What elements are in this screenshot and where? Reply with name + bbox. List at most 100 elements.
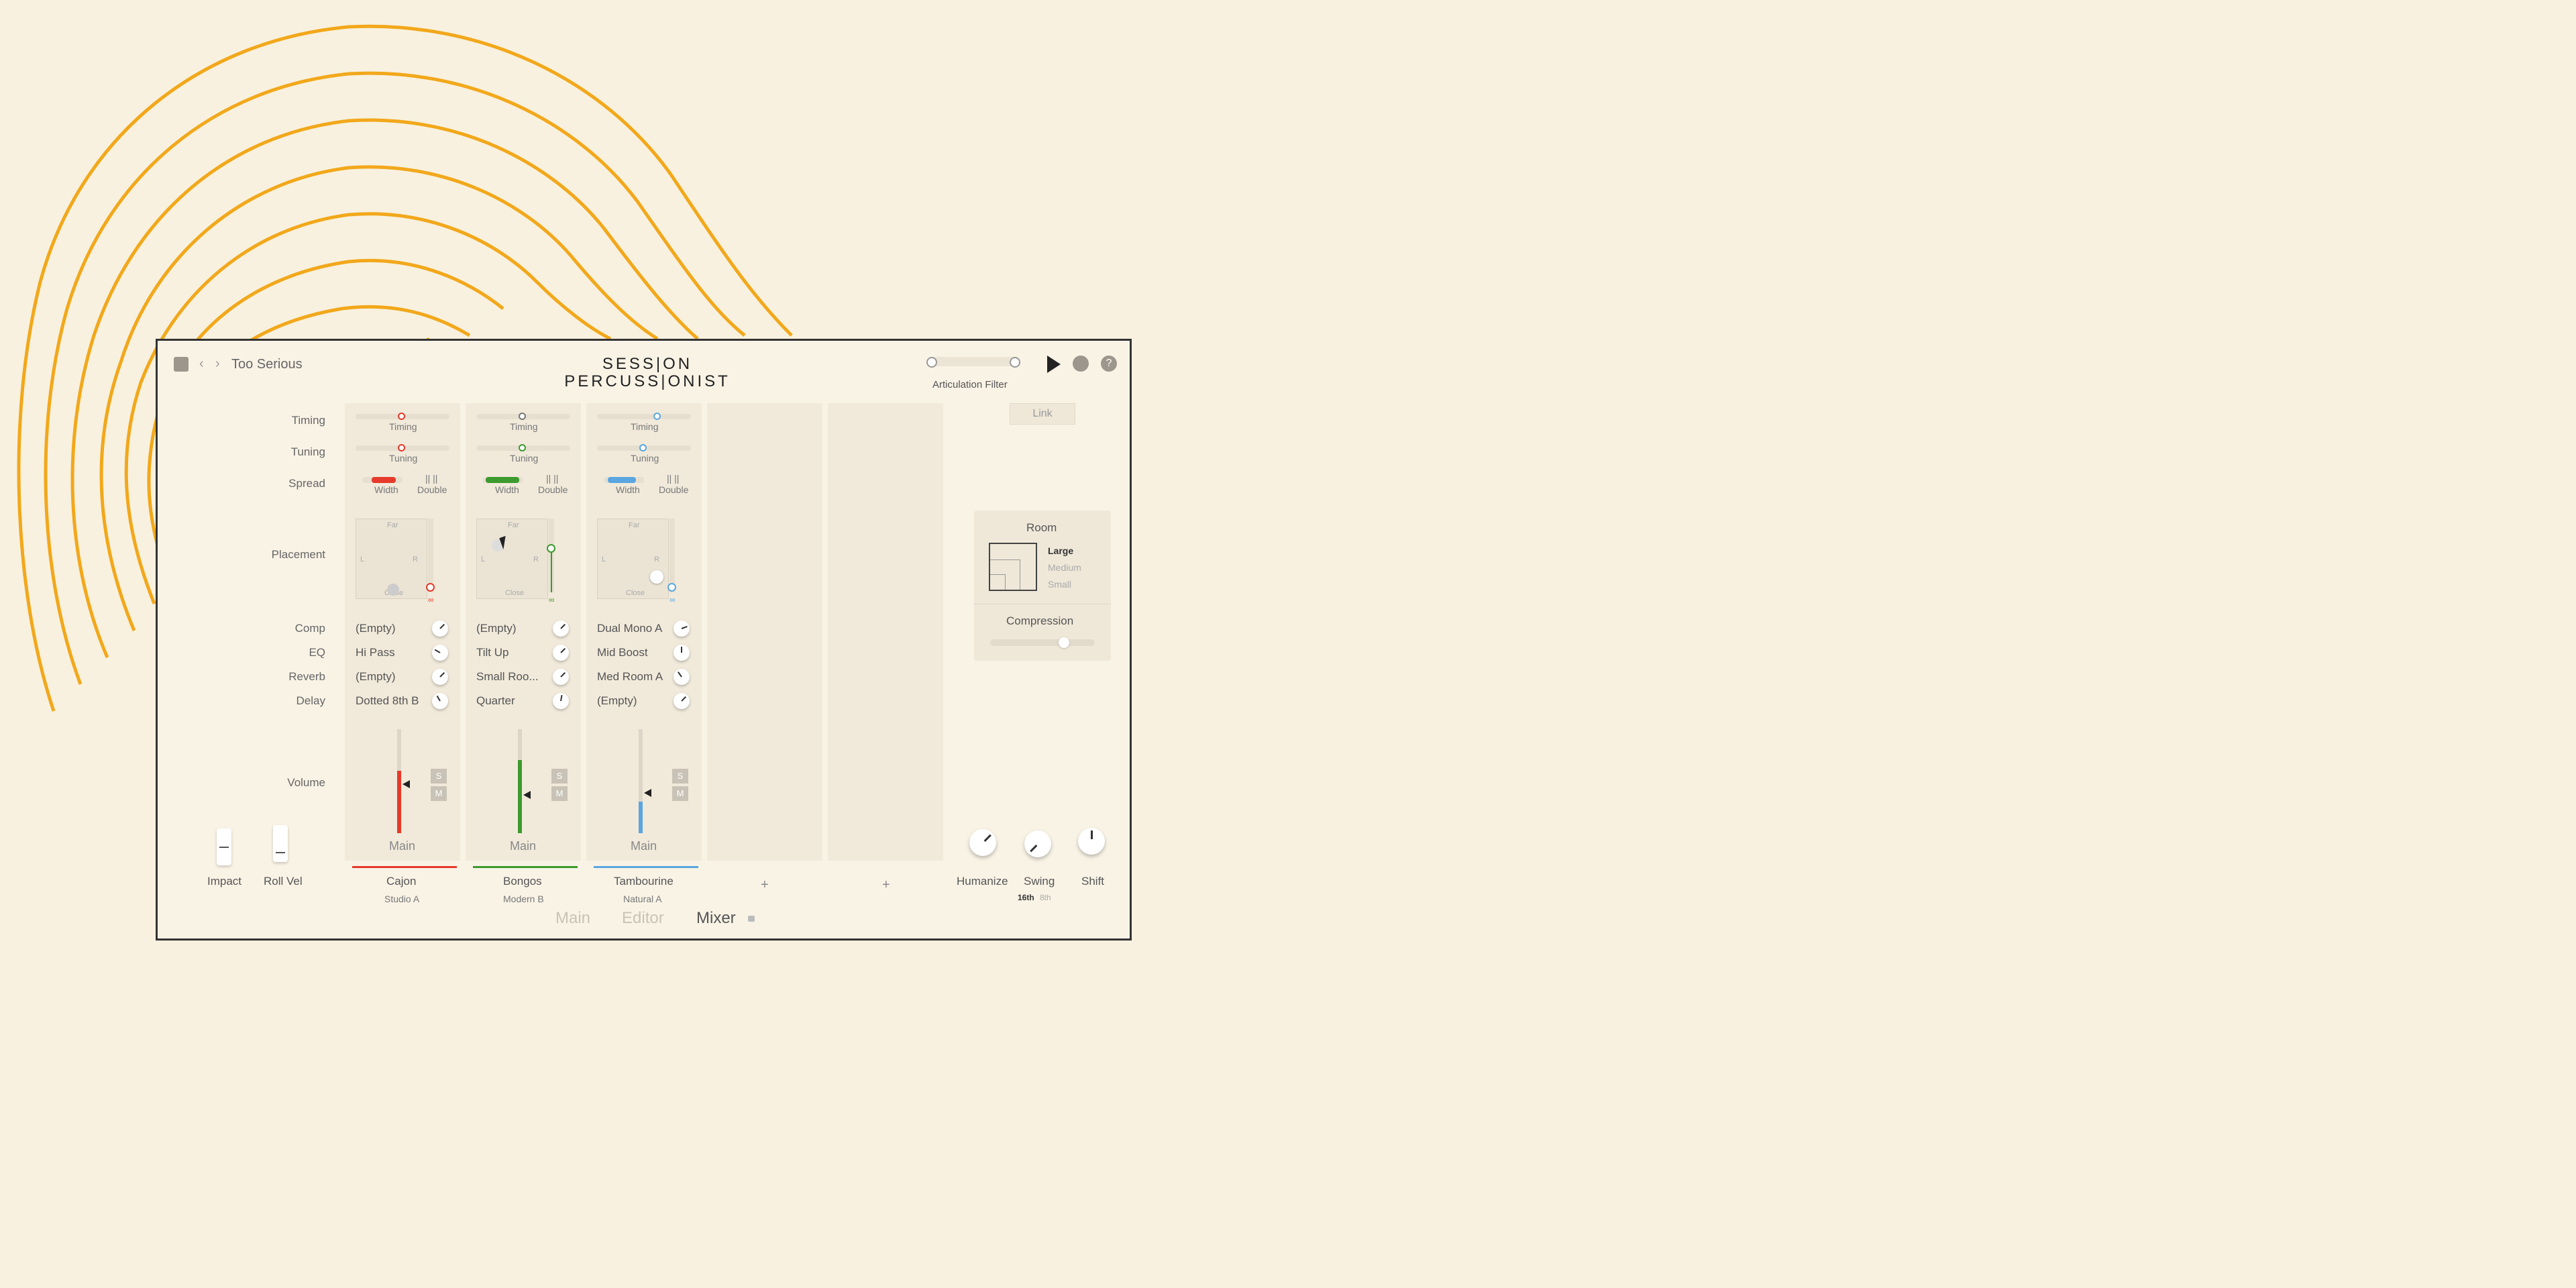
lock-icon[interactable] [748,916,755,922]
eq-slot[interactable]: Tilt Up [476,646,509,659]
volume-handle-icon[interactable] [402,780,410,788]
mute-button[interactable]: M [431,786,447,801]
impact-slider[interactable] [217,828,231,865]
volume-handle-icon[interactable] [523,791,531,799]
compression-slider[interactable] [990,637,1095,648]
timing-slider[interactable] [476,413,570,420]
swing-16th-option[interactable]: 16th [1018,893,1034,902]
width-slider[interactable] [483,477,523,483]
eq-slot[interactable]: Hi Pass [356,646,395,659]
timing-handle[interactable] [519,413,526,420]
placement-puck[interactable] [650,570,663,584]
snapshot-icon[interactable] [174,357,189,372]
instrument-name-tambourine[interactable]: Tambourine [614,875,674,888]
placement-puck[interactable] [387,584,399,596]
reverb-slot[interactable]: Small Roo... [476,670,539,684]
add-instrument-button[interactable]: + [882,877,890,893]
prev-preset-icon[interactable]: ‹ [199,356,204,372]
compression-handle[interactable] [1059,637,1069,648]
play-icon[interactable] [1047,356,1061,373]
solo-button[interactable]: S [672,769,688,784]
output-routing[interactable]: Main [631,839,657,853]
tuning-handle[interactable] [519,444,526,451]
double-icon[interactable]: || || [546,473,558,484]
eq-knob[interactable] [553,645,569,661]
tab-mixer[interactable]: Mixer [696,909,736,928]
tuning-slider[interactable] [597,444,691,451]
link-button[interactable]: Link [1010,403,1075,425]
delay-slot[interactable]: Dotted 8th B [356,694,419,708]
room-option-small[interactable]: Small [1048,579,1071,590]
mute-button[interactable]: M [551,786,568,801]
swing-8th-option[interactable]: 8th [1040,893,1051,902]
timing-handle[interactable] [398,413,405,420]
placement-pad[interactable]: Far L R Close [597,519,669,599]
comp-knob[interactable] [674,621,690,637]
solo-button[interactable]: S [431,769,447,784]
delay-slot[interactable]: (Empty) [597,694,637,708]
output-routing[interactable]: Main [510,839,536,853]
volume-handle-icon[interactable] [644,789,651,797]
placement-depth-slider[interactable] [667,519,676,592]
reverb-knob[interactable] [674,669,690,685]
delay-knob[interactable] [553,693,569,709]
link-icon[interactable]: ∞ [428,595,434,604]
eq-knob[interactable] [432,645,448,661]
swing-knob[interactable] [1024,830,1051,857]
reverb-knob[interactable] [553,669,569,685]
link-icon[interactable]: ∞ [669,595,676,604]
timing-slider[interactable] [356,413,449,420]
volume-fader[interactable] [639,729,643,833]
delay-knob[interactable] [432,693,448,709]
placement-depth-slider[interactable] [547,519,555,592]
help-icon[interactable]: ? [1101,356,1117,372]
output-routing[interactable]: Main [389,839,415,853]
tuning-slider[interactable] [356,444,449,451]
reverb-slot[interactable]: (Empty) [356,670,396,684]
reverb-slot[interactable]: Med Room A [597,670,663,684]
double-icon[interactable]: || || [425,473,437,484]
comp-knob[interactable] [553,621,569,637]
depth-handle[interactable] [547,544,555,553]
next-preset-icon[interactable]: › [215,356,220,372]
room-option-large[interactable]: Large [1048,545,1073,556]
comp-slot[interactable]: (Empty) [356,622,396,635]
preset-name[interactable]: Too Serious [231,357,303,372]
placement-pad[interactable]: Far L R Close [356,519,427,599]
volume-fader[interactable] [397,729,401,833]
roll-vel-slider[interactable] [273,825,288,862]
eq-slot[interactable]: Mid Boost [597,646,648,659]
tab-main[interactable]: Main [555,909,590,928]
link-icon[interactable]: ∞ [549,595,555,604]
delay-slot[interactable]: Quarter [476,694,515,708]
comp-slot[interactable]: (Empty) [476,622,517,635]
width-slider[interactable] [362,477,402,483]
width-slider[interactable] [604,477,644,483]
depth-handle[interactable] [667,583,676,592]
comp-knob[interactable] [432,621,448,637]
mute-button[interactable]: M [672,786,688,801]
timing-slider[interactable] [597,413,691,420]
shift-knob[interactable] [1078,828,1105,855]
articulation-filter-high-handle[interactable] [1010,357,1020,368]
articulation-filter-slider[interactable] [926,357,1020,368]
tuning-handle[interactable] [639,444,647,451]
tab-editor[interactable]: Editor [622,909,664,928]
volume-fader[interactable] [518,729,522,833]
placement-pad[interactable]: Far L R Close [476,519,548,599]
instrument-name-bongos[interactable]: Bongos [503,875,542,888]
articulation-filter-low-handle[interactable] [926,357,937,368]
humanize-knob[interactable] [969,829,996,856]
depth-handle[interactable] [426,583,435,592]
room-option-medium[interactable]: Medium [1048,562,1081,573]
timing-handle[interactable] [653,413,661,420]
placement-depth-slider[interactable] [426,519,435,592]
add-instrument-button[interactable]: + [761,877,769,893]
solo-button[interactable]: S [551,769,568,784]
comp-slot[interactable]: Dual Mono A [597,622,662,635]
tuning-handle[interactable] [398,444,405,451]
instrument-name-cajon[interactable]: Cajon [386,875,416,888]
midi-icon[interactable] [1073,356,1089,372]
eq-knob[interactable] [674,645,690,661]
reverb-knob[interactable] [432,669,448,685]
